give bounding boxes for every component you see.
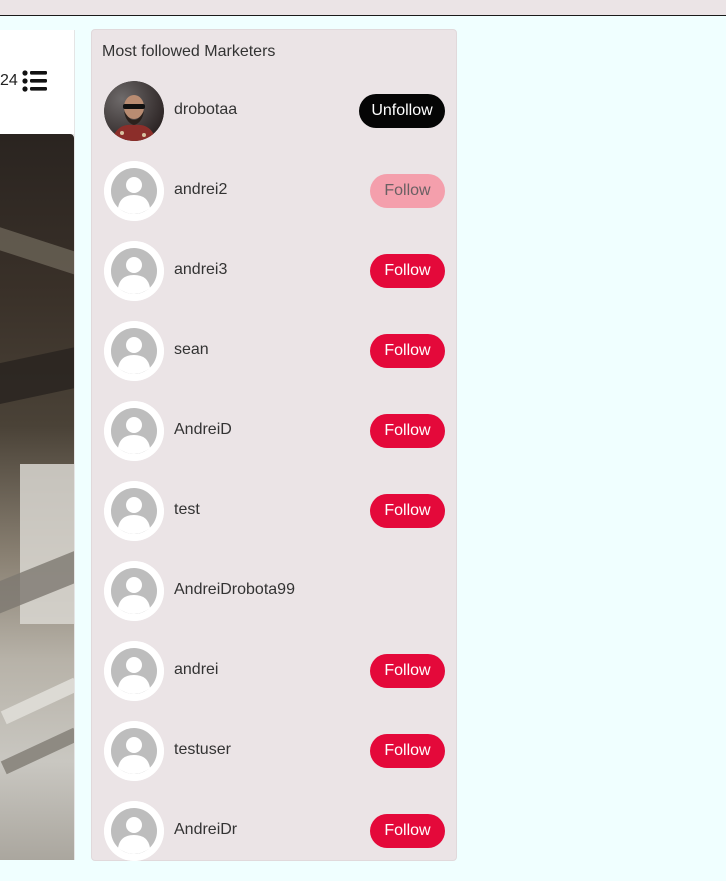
marketer-row: andrei3 Follow bbox=[92, 241, 456, 321]
marketer-username[interactable]: AndreiDr bbox=[174, 821, 237, 839]
marketer-username[interactable]: test bbox=[174, 501, 200, 519]
marketer-username[interactable]: sean bbox=[174, 341, 209, 359]
unfollow-button[interactable]: Unfollow bbox=[359, 94, 445, 128]
follow-button[interactable]: Follow bbox=[370, 734, 445, 768]
follow-button[interactable]: Follow bbox=[370, 254, 445, 288]
panel-title: Most followed Marketers bbox=[102, 43, 276, 60]
default-avatar-icon[interactable] bbox=[104, 801, 164, 861]
marketer-row: andrei Follow bbox=[92, 641, 456, 721]
follow-button[interactable]: Follow bbox=[370, 174, 445, 208]
follow-button[interactable]: Follow bbox=[370, 814, 445, 848]
marketer-username[interactable]: drobotaa bbox=[174, 101, 237, 119]
marketer-row: test Follow bbox=[92, 481, 456, 561]
marketer-row: testuser Follow bbox=[92, 721, 456, 801]
follow-button[interactable]: Follow bbox=[370, 414, 445, 448]
marketer-username[interactable]: testuser bbox=[174, 741, 231, 759]
marketer-row: drobotaa Unfollow bbox=[92, 81, 456, 161]
marketer-row: AndreiD Follow bbox=[92, 401, 456, 481]
follow-button[interactable]: Follow bbox=[370, 654, 445, 688]
default-avatar-icon[interactable] bbox=[104, 241, 164, 301]
marketer-row: AndreiDrobota99 bbox=[92, 561, 456, 641]
follow-button[interactable]: Follow bbox=[370, 494, 445, 528]
list-icon[interactable] bbox=[22, 70, 48, 92]
marketer-username[interactable]: andrei bbox=[174, 661, 218, 679]
marketer-row: andrei2 Follow bbox=[92, 161, 456, 241]
workspace-photo[interactable] bbox=[0, 134, 74, 860]
marketer-username[interactable]: AndreiD bbox=[174, 421, 232, 439]
marketer-username[interactable]: AndreiDrobota99 bbox=[174, 581, 295, 599]
count-label: 24 bbox=[0, 72, 18, 89]
default-avatar-icon[interactable] bbox=[104, 561, 164, 621]
marketer-username[interactable]: andrei2 bbox=[174, 181, 227, 199]
left-card-header: 24 bbox=[0, 30, 74, 135]
default-avatar-icon[interactable] bbox=[104, 641, 164, 701]
default-avatar-icon[interactable] bbox=[104, 481, 164, 541]
marketer-username[interactable]: andrei3 bbox=[174, 261, 227, 279]
profile-photo[interactable] bbox=[104, 81, 164, 141]
marketer-row: AndreiDr Follow bbox=[92, 801, 456, 881]
marketer-row: sean Follow bbox=[92, 321, 456, 401]
default-avatar-icon[interactable] bbox=[104, 321, 164, 381]
top-bar bbox=[0, 0, 726, 16]
default-avatar-icon[interactable] bbox=[104, 401, 164, 461]
default-avatar-icon[interactable] bbox=[104, 721, 164, 781]
default-avatar-icon[interactable] bbox=[104, 161, 164, 221]
most-followed-panel: Most followed Marketers drobotaa Unfollow… bbox=[91, 29, 457, 861]
follow-button[interactable]: Follow bbox=[370, 334, 445, 368]
left-feed-card: 24 bbox=[0, 30, 75, 860]
